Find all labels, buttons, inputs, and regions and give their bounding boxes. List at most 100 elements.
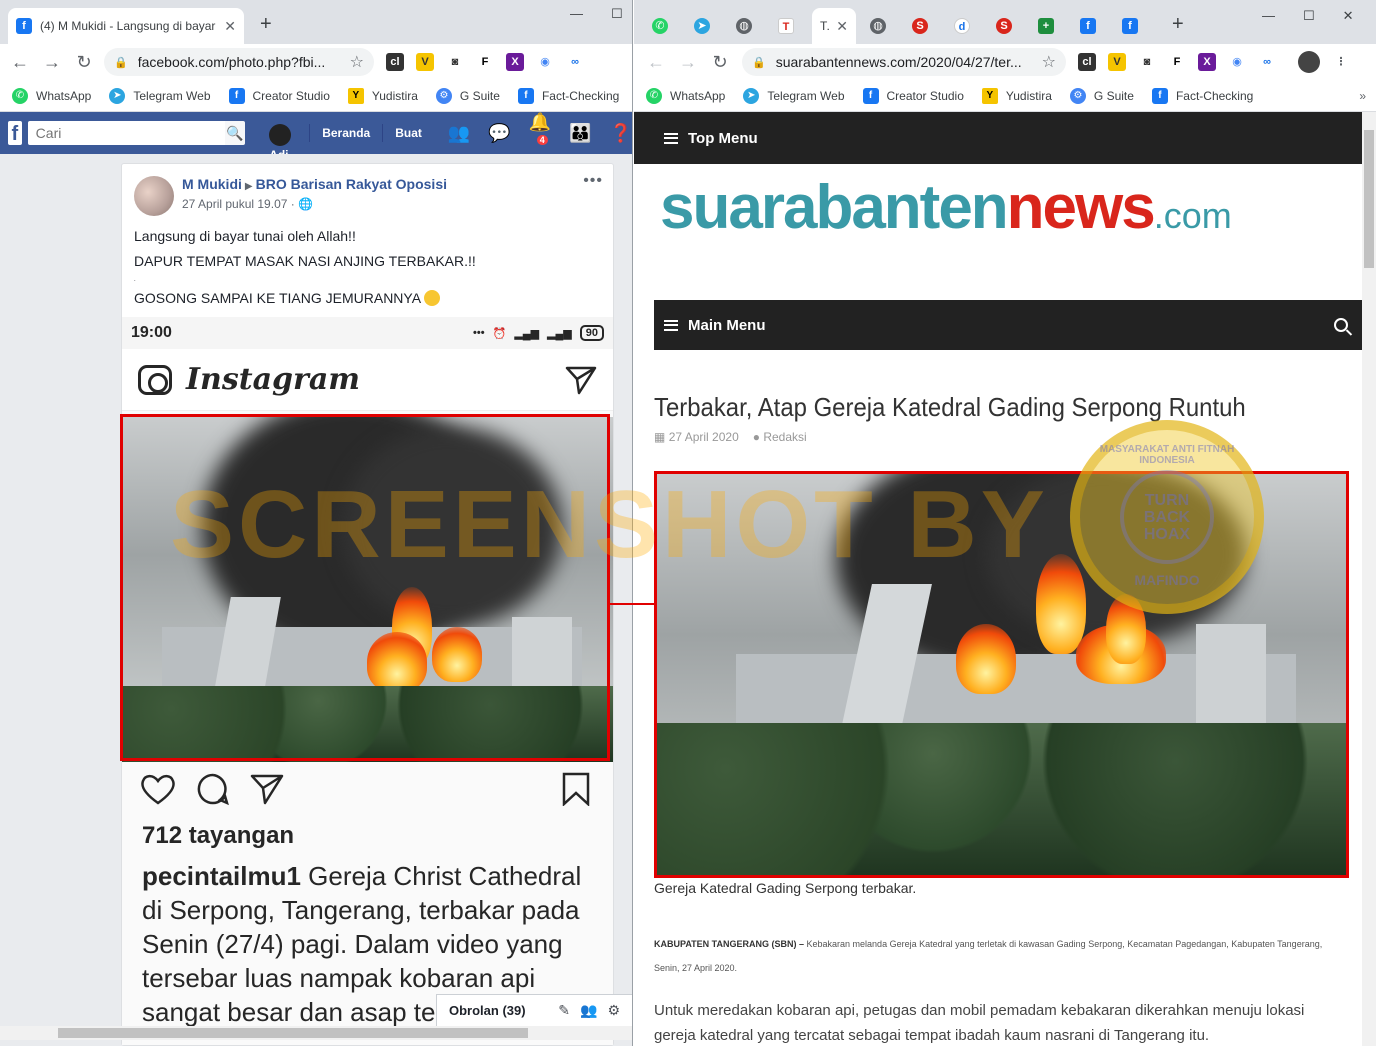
minimize-icon[interactable]: — — [1262, 8, 1275, 24]
vertical-scrollbar[interactable] — [1362, 112, 1376, 1046]
tab-facebook[interactable]: f — [1072, 8, 1108, 44]
tab-telegram[interactable]: ➤ — [686, 8, 722, 44]
article-author[interactable]: Redaksi — [763, 430, 806, 444]
extension-icon[interactable]: ◙ — [1138, 53, 1156, 71]
friends-icon[interactable]: 👥 — [448, 123, 470, 144]
scrollbar-thumb[interactable] — [1364, 130, 1374, 268]
extension-icon[interactable]: V — [416, 53, 434, 71]
bookmark-yudistira[interactable]: Y Yudistira — [347, 87, 418, 104]
menu-icon[interactable]: ⋮ — [1332, 53, 1350, 71]
facebook-header: f 🔍 Adi Beranda Buat 👥 💬 🔔4 👪 ❓ — [0, 112, 632, 162]
yudistira-icon: Y — [981, 87, 998, 104]
extension-icon[interactable]: cl — [1078, 53, 1096, 71]
tab-globe-2[interactable]: ◍ — [862, 8, 898, 44]
close-window-icon[interactable]: ✕ — [1343, 8, 1354, 24]
gear-icon: ⚙ — [1069, 87, 1086, 104]
extension-icon[interactable]: cl — [386, 53, 404, 71]
post-time[interactable]: 27 April pukul 19.07 — [182, 197, 287, 211]
friend-requests-icon[interactable]: 👪 — [569, 123, 591, 144]
reload-icon[interactable]: ↻ — [68, 52, 100, 73]
create-link[interactable]: Buat — [383, 124, 434, 142]
bookmark-telegram[interactable]: ➤ Telegram Web — [109, 87, 211, 104]
minimize-icon[interactable]: — — [570, 6, 583, 22]
forward-icon[interactable]: → — [672, 52, 704, 73]
extension-icon[interactable]: V — [1108, 53, 1126, 71]
extension-icon[interactable]: F — [476, 53, 494, 71]
bookmark-creator-studio[interactable]: f Creator Studio — [862, 87, 964, 104]
close-tab-icon[interactable]: ✕ — [836, 18, 848, 35]
new-tab-icon[interactable]: + — [1172, 14, 1184, 34]
facebook-favicon-icon: f — [16, 18, 32, 34]
chat-bar[interactable]: Obrolan (39) ✎ 👥 ⚙ — [436, 994, 632, 1026]
tab-t[interactable]: T — [770, 8, 806, 44]
tab-whatsapp[interactable]: ✆ — [644, 8, 680, 44]
bookmark-fact-checking[interactable]: f Fact-Checking — [517, 87, 619, 104]
profile-avatar[interactable] — [1298, 51, 1320, 73]
more-bookmarks-icon[interactable]: » — [1359, 89, 1366, 103]
maximize-icon[interactable]: ☐ — [1303, 8, 1315, 24]
tab-plus[interactable]: + — [1030, 8, 1066, 44]
extension-icon[interactable]: ∞ — [1258, 53, 1276, 71]
extension-icon[interactable]: ◉ — [536, 53, 554, 71]
back-icon[interactable]: ← — [640, 52, 672, 73]
forward-icon[interactable]: → — [36, 52, 68, 73]
author-name[interactable]: M Mukidi — [182, 176, 242, 192]
bookmark-star-icon[interactable]: ☆ — [1042, 52, 1056, 72]
extension-icon[interactable]: ◉ — [1228, 53, 1246, 71]
bookmark-whatsapp[interactable]: ✆ WhatsApp — [12, 87, 91, 104]
tab-s[interactable]: S — [904, 8, 940, 44]
new-tab-icon[interactable]: + — [260, 14, 272, 34]
main-menu[interactable]: Main Menu — [654, 300, 1362, 350]
extension-icon[interactable]: ∞ — [566, 53, 584, 71]
facebook-logo-icon[interactable]: f — [8, 121, 22, 145]
tab-suarabantennews[interactable]: Te ✕ — [812, 8, 856, 44]
help-icon[interactable]: ❓ — [610, 123, 632, 144]
bookmark-whatsapp[interactable]: ✆ WhatsApp — [646, 87, 725, 104]
extension-icon[interactable]: F — [1168, 53, 1186, 71]
profile-link[interactable]: Adi — [257, 124, 311, 162]
article-date[interactable]: 27 April 2020 — [669, 430, 739, 444]
facebook-icon: f — [517, 87, 534, 104]
tab-d[interactable]: d — [946, 8, 982, 44]
group-icon[interactable]: 👥 — [580, 1002, 597, 1019]
messenger-icon[interactable]: 💬 — [488, 123, 510, 144]
bookmark-icon[interactable] — [561, 772, 591, 806]
bookmark-creator-studio[interactable]: f Creator Studio — [228, 87, 330, 104]
close-tab-icon[interactable]: ✕ — [224, 18, 236, 35]
gear-icon[interactable]: ⚙ — [607, 1002, 620, 1019]
tab-facebook-2[interactable]: f — [1114, 8, 1150, 44]
address-bar[interactable]: 🔒 suarabantennews.com/2020/04/27/ter... … — [742, 48, 1066, 76]
extension-icon[interactable]: X — [1198, 53, 1216, 71]
author-avatar[interactable] — [134, 176, 174, 216]
compose-icon[interactable]: ✎ — [558, 1002, 570, 1019]
site-logo[interactable]: suarabantennews.com — [660, 172, 1232, 243]
notifications-icon[interactable]: 🔔4 — [529, 112, 551, 154]
tab-facebook[interactable]: f (4) M Mukidi - Langsung di bayar ✕ — [8, 8, 244, 44]
search-icon[interactable]: 🔍 — [224, 121, 246, 145]
bookmark-star-icon[interactable]: ☆ — [350, 52, 364, 72]
tab-globe[interactable]: ◍ — [728, 8, 764, 44]
comment-icon[interactable] — [196, 772, 230, 806]
bookmark-gsuite[interactable]: ⚙ G Suite — [1069, 87, 1134, 104]
address-bar[interactable]: 🔒 facebook.com/photo.php?fbi... ☆ — [104, 48, 374, 76]
heart-icon[interactable] — [140, 773, 176, 805]
bookmark-gsuite[interactable]: ⚙ G Suite — [435, 87, 500, 104]
more-options-icon[interactable]: ••• — [583, 172, 603, 190]
maximize-icon[interactable]: ☐ — [611, 6, 623, 22]
reload-icon[interactable]: ↻ — [704, 52, 736, 73]
bookmark-telegram[interactable]: ➤ Telegram Web — [743, 87, 845, 104]
scrollbar-thumb[interactable] — [58, 1028, 528, 1038]
group-name[interactable]: BRO Barisan Rakyat Oposisi — [256, 176, 447, 192]
bookmark-fact-checking[interactable]: f Fact-Checking — [1151, 87, 1253, 104]
extension-icon[interactable]: X — [506, 53, 524, 71]
horizontal-scrollbar[interactable] — [0, 1026, 632, 1040]
share-icon[interactable] — [250, 773, 284, 805]
bookmark-yudistira[interactable]: Y Yudistira — [981, 87, 1052, 104]
facebook-search-input[interactable] — [27, 121, 225, 145]
home-link[interactable]: Beranda — [310, 124, 384, 142]
top-menu[interactable]: Top Menu — [634, 112, 1362, 164]
tab-s-2[interactable]: S — [988, 8, 1024, 44]
back-icon[interactable]: ← — [4, 52, 36, 73]
search-icon[interactable] — [1334, 318, 1348, 332]
extension-icon[interactable]: ◙ — [446, 53, 464, 71]
